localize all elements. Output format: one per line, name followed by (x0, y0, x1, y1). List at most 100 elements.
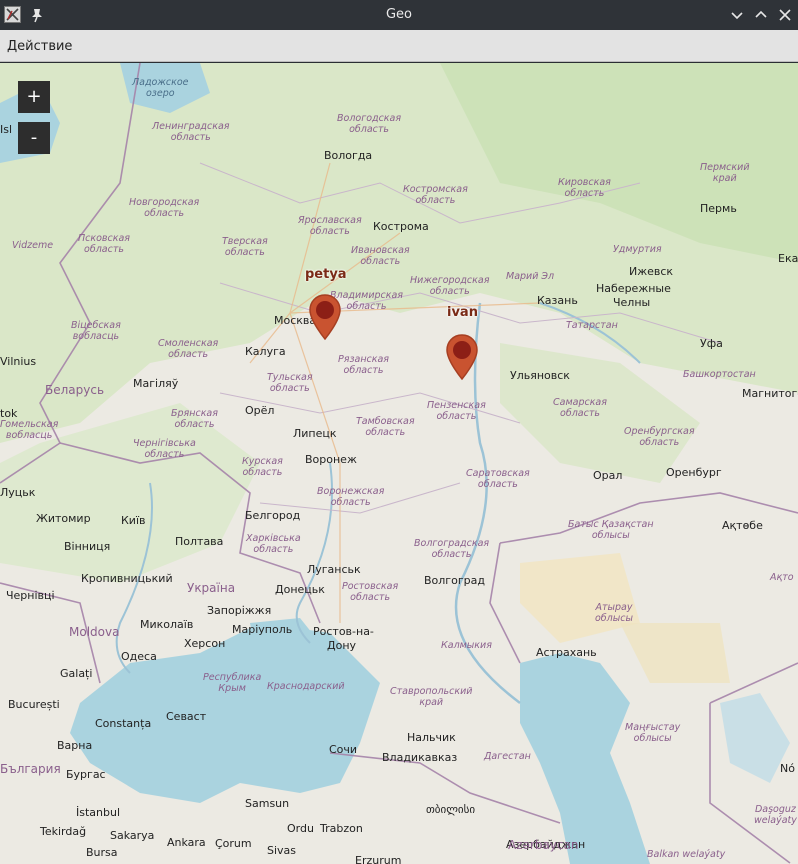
region-label: Республика Крым (203, 672, 262, 694)
region-label: Батыс Қазақстан облысы (568, 519, 654, 541)
region-label: Daşoguz welaýaty (754, 804, 797, 826)
region-label: Віцебская вобласць (71, 320, 121, 342)
city-label: Херсон (184, 637, 226, 650)
region-label: Нижегородская область (410, 275, 490, 297)
city-label: Казань (537, 294, 578, 307)
city-label: Магнитого (742, 387, 798, 400)
city-label: Челны (613, 296, 651, 309)
city-label: Житомир (36, 512, 91, 525)
region-label: Харківська область (246, 533, 301, 555)
city-label: Орёл (245, 404, 275, 417)
maximize-icon[interactable] (752, 6, 770, 24)
region-label: Тамбовская область (356, 416, 415, 438)
city-label: Sivas (267, 844, 297, 857)
zoom-out-button[interactable]: - (18, 122, 50, 154)
region-label: Марий Эл (506, 271, 555, 282)
region-label: Тверская область (222, 236, 268, 258)
city-label: Ақтөбе (722, 519, 763, 532)
city-label: Калуга (245, 345, 286, 358)
map-view[interactable]: Isl Вологда Кострома Пермь Ижевск Ека На… (0, 63, 798, 864)
region-label: Курская область (242, 456, 283, 478)
city-label: Полтава (175, 535, 224, 548)
city-label: Erzurum (355, 854, 402, 864)
map-marker-icon[interactable] (445, 333, 479, 381)
region-label: Маңғыстау облысы (625, 722, 681, 744)
region-label: Костромская область (403, 184, 468, 206)
city-label: Пермь (700, 202, 737, 215)
city-label: Нальчик (407, 731, 456, 744)
region-label: Ивановская область (351, 245, 410, 267)
city-label: Сочи (329, 743, 358, 756)
city-label: Оренбург (666, 466, 722, 479)
region-label: Пензенская область (427, 400, 486, 422)
city-label: Çorum (215, 837, 252, 850)
map-marker-icon[interactable] (308, 293, 342, 341)
city-label: Samsun (245, 797, 290, 810)
city-label: Бургас (66, 768, 106, 781)
city-label: Galați (60, 667, 93, 680)
region-label: Удмуртия (613, 244, 662, 255)
city-label: Sakarya (110, 829, 155, 842)
region-label: Balkan welaýaty (647, 849, 726, 860)
close-icon[interactable] (776, 6, 794, 24)
region-label: Тульская область (267, 372, 313, 394)
zoom-in-button[interactable]: + (18, 81, 50, 113)
city-label: Маріуполь (232, 623, 293, 636)
menu-bar: Действие (0, 30, 798, 62)
city-label: Липецк (293, 427, 337, 440)
city-label: Vilnius (0, 355, 37, 368)
city-label: Ростов-на- (313, 625, 374, 638)
region-label: Оренбургская область (624, 426, 695, 448)
country-label: България (0, 762, 61, 776)
minimize-icon[interactable] (728, 6, 746, 24)
city-label: Запоріжжя (207, 604, 272, 617)
region-label: Новгородская область (129, 197, 200, 219)
city-label: Вологда (324, 149, 373, 162)
title-bar: Geo (0, 0, 798, 30)
region-label: Пермский край (700, 162, 750, 184)
region-label: Ақто (770, 572, 794, 583)
city-label: Воронеж (305, 453, 357, 466)
region-label: Татарстан (566, 320, 618, 331)
region-label: Ярославская область (298, 215, 362, 237)
city-label: Ижевск (629, 265, 674, 278)
region-label: Дагестан (484, 751, 531, 762)
lake-label: Ладожское озеро (132, 77, 189, 99)
city-label: Магіляў (133, 377, 179, 390)
city-label: თბილისი (426, 803, 476, 816)
menu-item-action[interactable]: Действие (7, 39, 72, 54)
city-label: Луганськ (307, 563, 361, 576)
region-label: Чернігівська область (133, 438, 196, 460)
region-label: Краснодарский (267, 681, 345, 692)
city-label: Вінниця (64, 540, 111, 553)
region-label: Рязанская область (338, 354, 390, 376)
city-label: Варна (57, 739, 93, 752)
marker-label-ivan: ivan (447, 305, 478, 320)
city-label: Ульяновск (510, 369, 570, 382)
region-label: Ставропольский край (390, 686, 473, 708)
region-label: Воронежская область (317, 486, 385, 508)
region-label: Смоленская область (158, 338, 219, 360)
city-label: Чернівці (6, 589, 55, 602)
region-label: Кировская область (558, 177, 611, 199)
region-label: Вологодская область (337, 113, 402, 135)
city-label: Луцьк (0, 486, 36, 499)
city-label: Ека (778, 252, 798, 265)
region-label: Атырау облысы (595, 602, 633, 624)
city-label: Владикавказ (382, 751, 458, 764)
city-label: Дону (327, 639, 357, 652)
city-label: Trabzon (320, 822, 363, 835)
region-label: Калмыкия (441, 640, 492, 651)
country-label: Moldova (69, 625, 120, 639)
city-label: Ordu (287, 822, 314, 835)
city-label: București (8, 698, 60, 711)
city-label: İstanbul (76, 806, 121, 819)
country-label: Україна (187, 581, 236, 595)
region-label: Башкортостан (683, 369, 756, 380)
city-label: Bursa (86, 846, 118, 859)
city-label: Кострома (373, 220, 429, 233)
city-label: Севаст (166, 710, 207, 723)
city-label: Київ (121, 514, 146, 527)
region-label: Волгоградская область (414, 538, 490, 560)
city-label: Белгород (245, 509, 301, 522)
